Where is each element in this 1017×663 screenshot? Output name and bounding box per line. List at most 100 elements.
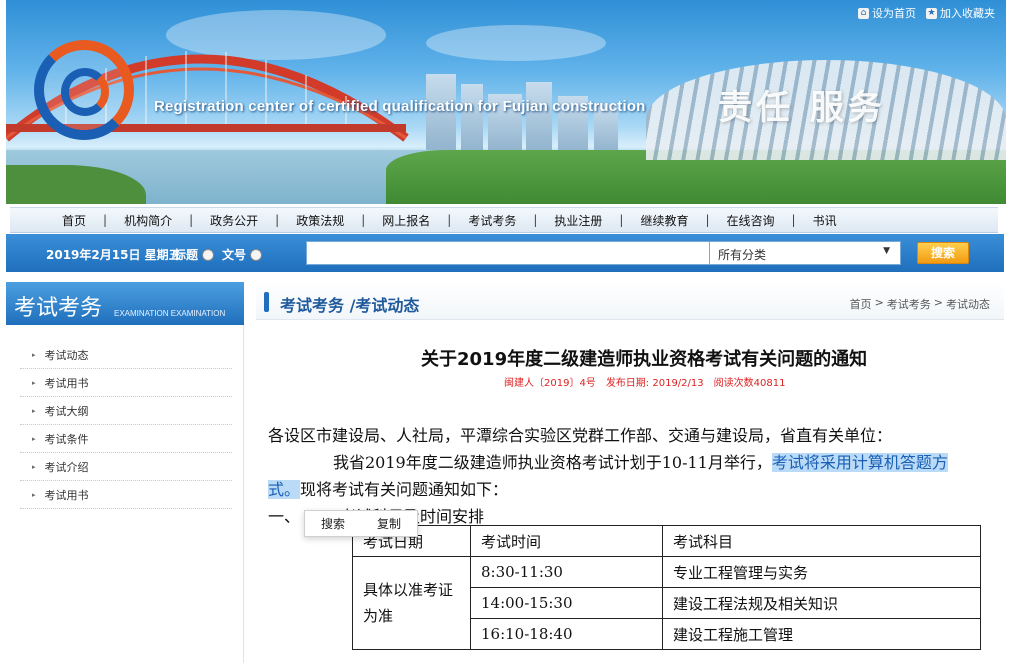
article-meta: 闽建人〔2019〕4号 发布日期: 2019/2/13 阅读次数40811 [504,374,785,389]
nav-item-public-affairs[interactable]: 政务公开 [210,212,258,229]
highlighted-text: 式。 [268,480,301,499]
sidebar-item-label: 考试大纲 [44,404,89,418]
sidebar-item-label: 考试用书 [44,376,89,390]
header-banner: Registration center of certified qualifi… [6,0,1006,204]
highlighted-text: 考试将采用计算机答题方 [771,453,948,472]
breadcrumb-home[interactable]: 首页 [850,296,872,312]
sidebar-title: 考试考务 [14,296,103,321]
search-input[interactable] [306,241,710,265]
radio-docno-option[interactable]: 文号 [222,246,263,263]
table-cell-date: 具体以准考证为准 [352,556,471,650]
nav-item-online-registration[interactable]: 网上报名 [382,212,430,229]
section-bar-decoration [264,292,269,312]
nav-item-about[interactable]: 机构简介 [124,212,172,229]
paragraph-text: 我省2019年度二级建造师执业资格考试计划于10-11月举行， [333,453,772,472]
add-favorite-link[interactable]: ★ 加入收藏夹 [926,5,995,21]
set-homepage-label: 设为首页 [872,7,916,20]
nav-separator: | [447,213,452,227]
nav-item-continuing-education[interactable]: 继续教育 [640,212,688,229]
article-paragraph-1-cont: 式。现将考试有关问题通知如下： [268,476,508,500]
sidebar-menu: ▸ 考试动态 ▸ 考试用书 ▸ 考试大纲 ▸ 考试条件 ▸ 考试介绍 ▸ 考试用书 [20,341,232,509]
triangle-right-icon: ▸ [32,462,36,471]
exam-schedule-table: 考试日期 考试时间 考试科目 具体以准考证为准 8:30-11:30 专业工程管… [352,525,981,650]
sidebar-item-exam-intro[interactable]: ▸ 考试介绍 [20,453,232,481]
nav-item-online-consult[interactable]: 在线咨询 [727,212,775,229]
table-row: 具体以准考证为准 8:30-11:30 专业工程管理与实务 [352,556,981,650]
banner-slogan: 责任 服务 [718,88,886,128]
radio-title-label: 标题 [174,248,199,262]
table-cell-subject: 专业工程管理与实务 [662,556,981,588]
triangle-right-icon: ▸ [32,434,36,443]
table-cell-subject: 建设工程施工管理 [662,618,981,650]
article-read-count: 阅读次数40811 [713,378,786,389]
nav-item-books[interactable]: 书讯 [813,212,837,229]
sidebar-item-label: 考试用书 [44,488,89,502]
section-title: 考试考务 /考试动态 [280,296,420,315]
sidebar-header: 考试考务 EXAMINATION EXAMINATION [6,282,244,325]
table-header-cell: 考试科目 [662,525,981,557]
nav-item-policies[interactable]: 政策法规 [296,212,344,229]
logo-inner-icon [61,68,109,116]
table-cell-time: 8:30-11:30 [470,556,663,588]
table-header-row: 考试日期 考试时间 考试科目 [352,525,981,557]
search-bar: 2019年2月15日 星期五 标题 文号 所有分类 ▼ 搜索 [6,234,1004,272]
dropdown-arrow-icon: ▼ [883,246,890,256]
sidebar-item-exam-books-2[interactable]: ▸ 考试用书 [20,481,232,509]
sidebar-item-label: 考试条件 [44,432,89,446]
sidebar-item-exam-conditions[interactable]: ▸ 考试条件 [20,425,232,453]
banner-english-title: Registration center of certified qualifi… [154,98,646,115]
top-links: ⌂ 设为首页 ★ 加入收藏夹 [858,5,995,21]
building-decoration [526,82,552,154]
popup-copy-button[interactable]: 复制 [377,515,401,532]
article-addressee: 各设区市建设局、人社局，平潭综合实验区党群工作部、交通与建设局，省直有关单位： [268,426,893,445]
section-header: 考试考务 /考试动态 首页 > 考试考务 > 考试动态 [256,282,1004,320]
nav-separator: | [275,213,280,227]
breadcrumb-exam-news[interactable]: 考试动态 [946,296,990,312]
triangle-right-icon: ▸ [32,490,36,499]
selection-context-menu: 搜索 复制 [304,510,418,537]
category-select[interactable]: 所有分类 ▼ [709,241,901,265]
radio-docno-label: 文号 [222,248,247,262]
breadcrumb-exams[interactable]: 考试考务 [887,296,931,312]
article-publish-date: 发布日期: 2019/2/13 [605,378,704,389]
building-decoration [461,84,483,154]
add-favorite-label: 加入收藏夹 [940,7,995,20]
paragraph-text: 现将考试有关问题通知如下： [300,480,509,499]
nav-item-home[interactable]: 首页 [62,212,86,229]
nav-item-registration[interactable]: 执业注册 [554,212,602,229]
table-cell-time: 14:00-15:30 [470,587,663,619]
breadcrumb: 首页 > 考试考务 > 考试动态 [850,296,990,312]
table-header-cell: 考试时间 [470,525,663,557]
popup-search-button[interactable]: 搜索 [321,515,345,532]
cloud-decoration [426,25,606,61]
breadcrumb-separator: > [933,296,943,309]
home-icon: ⌂ [858,7,869,19]
sidebar: 考试考务 EXAMINATION EXAMINATION ▸ 考试动态 ▸ 考试用书… [6,282,244,663]
set-homepage-link[interactable]: ⌂ 设为首页 [858,5,916,21]
nav-separator: | [619,213,624,227]
nav-separator: | [189,213,194,227]
sidebar-item-exam-news[interactable]: ▸ 考试动态 [20,341,232,369]
article-paragraph-1: 我省2019年度二级建造师执业资格考试计划于10-11月举行，考试将采用计算机答… [333,449,948,473]
sidebar-item-label: 考试介绍 [44,460,89,474]
sidebar-item-exam-syllabus[interactable]: ▸ 考试大纲 [20,397,232,425]
nav-separator: | [533,213,538,227]
nav-item-exams[interactable]: 考试考务 [468,212,516,229]
table-cell-subject: 建设工程法规及相关知识 [662,587,981,619]
radio-button[interactable] [250,248,263,261]
nav-separator: | [103,213,108,227]
sidebar-title-en: EXAMINATION EXAMINATION [114,309,226,318]
nav-separator: | [791,213,796,227]
triangle-right-icon: ▸ [32,406,36,415]
nav-separator: | [705,213,710,227]
sidebar-item-label: 考试动态 [44,348,89,362]
sidebar-item-exam-books[interactable]: ▸ 考试用书 [20,369,232,397]
triangle-right-icon: ▸ [32,350,36,359]
search-button[interactable]: 搜索 [917,242,969,264]
section-number: 一、 [268,507,301,526]
category-selected-value: 所有分类 [718,248,767,262]
bookmark-icon: ★ [926,7,937,19]
triangle-right-icon: ▸ [32,378,36,387]
radio-button[interactable] [202,248,215,261]
radio-title-option[interactable]: 标题 [174,246,215,263]
